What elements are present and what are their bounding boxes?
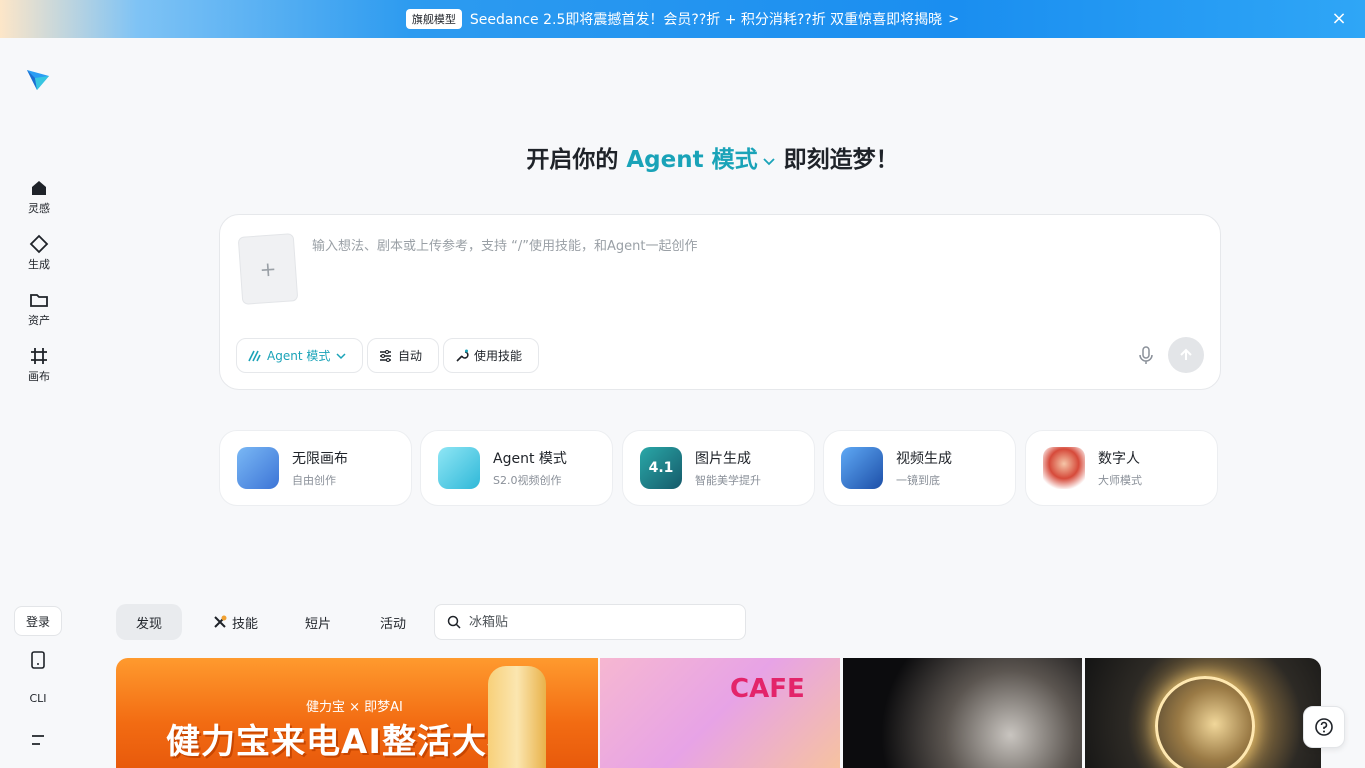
airplane-icon xyxy=(841,447,883,489)
feature-card-infinite-canvas[interactable]: 无限画布 自由创作 xyxy=(219,430,412,506)
mode-switch[interactable]: Agent 模式 xyxy=(626,147,757,173)
close-icon[interactable]: × xyxy=(1329,9,1349,29)
help-button[interactable] xyxy=(1303,706,1345,748)
folder-icon xyxy=(30,294,48,307)
logo-icon[interactable] xyxy=(25,66,51,92)
card-subtitle: S2.0视频创作 xyxy=(493,474,562,487)
microphone-icon[interactable] xyxy=(1136,345,1156,365)
image-gen-icon: 4.1 xyxy=(640,447,682,489)
tab-label: 活动 xyxy=(379,616,406,632)
tab-discover[interactable]: 发现 xyxy=(116,604,182,640)
search-box[interactable] xyxy=(434,604,746,640)
card-subtitle: 一镜到底 xyxy=(896,474,940,487)
prompt-input[interactable] xyxy=(312,231,1192,261)
gallery-card[interactable]: 健力宝 × 即梦AI 健力宝来电AI整活大赛 xyxy=(116,658,598,768)
top-banner[interactable]: 旗舰模型 Seedance 2.5即将震撼首发！会员??折 + 积分消耗??折 … xyxy=(0,0,1365,38)
sidebar-item-generate[interactable]: 生成 xyxy=(14,234,64,282)
card-subtitle: 大师模式 xyxy=(1098,474,1142,487)
use-skill-label: 使用技能 xyxy=(474,349,523,363)
banner-text[interactable]: Seedance 2.5即将震撼首发！会员??折 + 积分消耗??折 双重惊喜即… xyxy=(470,9,942,29)
card-title: 视频生成 xyxy=(896,451,952,467)
tab-skills[interactable]: 技能 xyxy=(198,604,272,640)
card-title: 图片生成 xyxy=(695,451,751,467)
upload-reference-button[interactable]: + xyxy=(237,233,299,305)
search-icon xyxy=(447,615,461,629)
gallery-card[interactable] xyxy=(1085,658,1321,768)
tab-label: 技能 xyxy=(231,616,258,632)
login-button[interactable]: 登录 xyxy=(14,606,62,636)
card-title: Agent 模式 xyxy=(493,451,567,467)
glow-ring-image xyxy=(1155,676,1255,768)
headline-suffix: 即刻造梦！ xyxy=(783,147,899,173)
chevron-right-icon[interactable]: > xyxy=(948,12,959,27)
pegasus-icon xyxy=(237,447,279,489)
agent-mode-label: Agent 模式 xyxy=(267,349,331,363)
feature-card-agent-mode[interactable]: Agent 模式 S2.0视频创作 xyxy=(420,430,613,506)
gallery-card[interactable] xyxy=(843,658,1082,768)
auto-label: 自动 xyxy=(398,349,423,363)
card-title: 无限画布 xyxy=(292,451,348,467)
sidebar-item-inspiration[interactable]: 灵感 xyxy=(14,178,64,226)
feature-card-digital-human[interactable]: 数字人 大师模式 xyxy=(1025,430,1218,506)
send-button[interactable] xyxy=(1168,337,1204,373)
sidebar-item-label: 生成 xyxy=(28,258,50,271)
headline-prefix: 开启你的 xyxy=(526,147,619,173)
sidebar-item-assets[interactable]: 资产 xyxy=(14,290,64,338)
sidebar-item-label: 灵感 xyxy=(28,202,50,215)
feature-card-video-generate[interactable]: 视频生成 一镜到底 xyxy=(823,430,1016,506)
card-subtitle: 自由创作 xyxy=(292,474,336,487)
bottle-image xyxy=(488,666,546,768)
banner-tag: 旗舰模型 xyxy=(405,9,462,29)
chevron-down-icon xyxy=(336,352,346,359)
tools-icon xyxy=(214,615,227,628)
cli-link[interactable]: CLI xyxy=(24,692,52,705)
home-icon xyxy=(32,181,46,195)
tab-label: 短片 xyxy=(304,616,331,632)
feature-card-image-generate[interactable]: 4.1 图片生成智能美学提升 xyxy=(622,430,815,506)
tab-label: 发现 xyxy=(135,616,162,632)
card-subtitle: 智能美学提升 xyxy=(695,474,761,487)
menu-icon[interactable] xyxy=(28,730,48,750)
wrench-icon xyxy=(456,349,469,362)
plus-icon: + xyxy=(258,256,278,282)
sidebar-item-label: 资产 xyxy=(28,314,50,327)
sliders-icon xyxy=(380,350,391,362)
chevron-down-icon[interactable] xyxy=(762,154,776,168)
gallery-brand-text: 健力宝 × 即梦AI xyxy=(306,700,403,715)
gallery-title: CAFE xyxy=(730,674,805,704)
tab-events[interactable]: 活动 xyxy=(364,604,422,640)
grid-hash-icon xyxy=(31,348,47,364)
mobile-icon[interactable] xyxy=(28,650,48,670)
skater-icon xyxy=(438,447,480,489)
diamond-icon xyxy=(29,234,49,254)
gallery-card[interactable]: CAFE xyxy=(600,658,840,768)
card-title: 数字人 xyxy=(1098,451,1140,467)
page-title: 开启你的 Agent 模式 即刻造梦！ xyxy=(0,140,1365,174)
avatar-icon xyxy=(1043,447,1085,489)
auto-chip[interactable]: 自动 xyxy=(367,338,439,373)
agent-mode-chip[interactable]: Agent 模式 xyxy=(236,338,363,373)
tab-shorts[interactable]: 短片 xyxy=(290,604,346,640)
sidebar-item-canvas[interactable]: 画布 xyxy=(14,346,64,394)
arrow-up-icon xyxy=(1180,348,1192,360)
agent-mode-icon xyxy=(248,350,261,362)
prompt-box: + Agent 模式 自动 使用技能 xyxy=(219,214,1221,390)
help-icon xyxy=(1315,718,1333,736)
use-skill-chip[interactable]: 使用技能 xyxy=(443,338,539,373)
sidebar-item-label: 画布 xyxy=(28,370,50,383)
search-input[interactable] xyxy=(469,614,719,630)
gallery-title: 健力宝来电AI整活大赛 xyxy=(166,722,522,762)
